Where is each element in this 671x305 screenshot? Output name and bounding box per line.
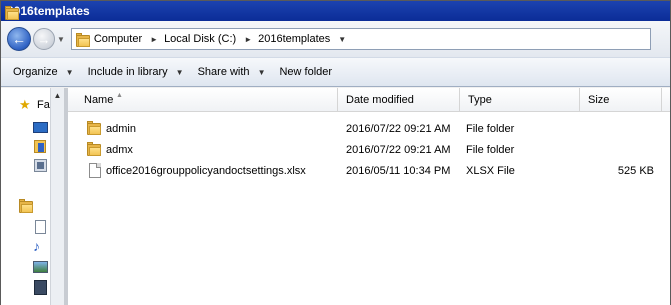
address-bar: ← → ▼ ► Computer ► Local Disk (C:) ► 201… bbox=[1, 21, 670, 57]
chevron-down-icon: ▼ bbox=[257, 67, 266, 77]
file-row[interactable]: admin 2016/07/22 09:21 AM File folder bbox=[68, 118, 670, 139]
file-date: 2016/07/22 09:21 AM bbox=[346, 143, 451, 156]
file-name: office2016grouppolicyandoctsettings.xlsx bbox=[106, 164, 306, 177]
breadcrumb-item-computer[interactable]: Computer bbox=[94, 33, 142, 45]
folder-icon bbox=[75, 33, 90, 47]
column-type-label: Type bbox=[468, 94, 492, 106]
column-size-label: Size bbox=[588, 94, 610, 106]
column-name[interactable]: ▲ Name bbox=[68, 88, 338, 112]
new-folder-label: New folder bbox=[279, 66, 333, 78]
file-type: File folder bbox=[466, 143, 515, 156]
nav-item-favorites[interactable]: ★ Fa bbox=[19, 98, 50, 112]
folder-icon bbox=[87, 142, 103, 157]
documents-icon bbox=[33, 220, 49, 234]
nav-label-favorites: Fa bbox=[37, 99, 50, 111]
desktop-icon bbox=[33, 121, 49, 135]
include-in-library-button[interactable]: Include in library ▼ bbox=[88, 66, 184, 78]
star-icon: ★ bbox=[19, 97, 31, 112]
folder-icon bbox=[87, 121, 103, 136]
nav-item-libraries[interactable]: Li bbox=[19, 199, 35, 213]
breadcrumb[interactable]: ► Computer ► Local Disk (C:) ► 2016templ… bbox=[70, 28, 651, 50]
file-name: admin bbox=[106, 122, 136, 135]
downloads-folder-icon bbox=[33, 140, 49, 154]
column-name-label: Name bbox=[84, 94, 114, 106]
nav-item-downloads[interactable] bbox=[33, 140, 49, 154]
file-date: 2016/07/22 09:21 AM bbox=[346, 122, 451, 135]
file-row[interactable]: admx 2016/07/22 09:21 AM File folder bbox=[68, 139, 670, 160]
include-in-library-label: Include in library bbox=[87, 66, 168, 78]
file-type: XLSX File bbox=[466, 164, 515, 177]
file-date: 2016/05/11 10:34 PM bbox=[346, 164, 451, 177]
videos-icon bbox=[33, 280, 49, 295]
nav-item-music[interactable]: ♪ bbox=[33, 239, 49, 253]
recent-places-icon bbox=[33, 159, 49, 173]
sort-ascending-icon: ▲ bbox=[116, 92, 123, 99]
file-type: File folder bbox=[466, 122, 515, 135]
nav-item-recent-places[interactable] bbox=[33, 159, 49, 173]
column-type[interactable]: Type bbox=[460, 88, 580, 112]
share-with-button[interactable]: Share with ▼ bbox=[198, 66, 266, 78]
arrow-left-icon: ← bbox=[12, 31, 26, 47]
chevron-down-icon: ▼ bbox=[65, 67, 74, 77]
file-size: 525 KB bbox=[617, 164, 654, 177]
navigation-scrollbar[interactable]: ▲ bbox=[50, 88, 64, 305]
column-size[interactable]: Size bbox=[580, 88, 662, 112]
back-button[interactable]: ← bbox=[7, 27, 31, 51]
navigation-pane: ★ Fa Li bbox=[1, 88, 64, 305]
nav-item-documents[interactable] bbox=[33, 220, 49, 234]
forward-button[interactable]: → bbox=[33, 28, 55, 50]
music-icon: ♪ bbox=[33, 238, 40, 254]
file-size bbox=[586, 139, 654, 160]
nav-item-videos[interactable] bbox=[33, 280, 49, 295]
column-date-modified[interactable]: Date modified bbox=[338, 88, 460, 112]
file-list: ▲ Name Date modified Type Size admin 201… bbox=[68, 88, 670, 305]
new-folder-button[interactable]: New folder bbox=[279, 66, 332, 78]
chevron-right-icon[interactable]: ► bbox=[150, 35, 158, 44]
explorer-window: 2016templates ← → ▼ ► Computer ► Local D… bbox=[0, 0, 671, 305]
nav-item-desktop[interactable] bbox=[33, 121, 49, 135]
libraries-icon bbox=[19, 199, 35, 213]
organize-label: Organize bbox=[13, 66, 58, 78]
file-icon bbox=[89, 163, 101, 178]
folder-icon bbox=[5, 5, 19, 20]
pictures-icon bbox=[33, 260, 49, 274]
nav-item-pictures[interactable] bbox=[33, 260, 49, 274]
file-name: admx bbox=[106, 143, 133, 156]
file-size bbox=[586, 118, 654, 139]
command-bar: Organize ▼ Include in library ▼ Share wi… bbox=[1, 57, 670, 87]
scroll-up-icon[interactable]: ▲ bbox=[51, 88, 64, 102]
chevron-down-icon: ▼ bbox=[175, 67, 184, 77]
column-header: ▲ Name Date modified Type Size bbox=[68, 88, 670, 112]
chevron-right-icon[interactable]: ► bbox=[244, 35, 252, 44]
arrow-right-icon: → bbox=[37, 31, 51, 47]
chevron-down-icon[interactable]: ▼ bbox=[338, 35, 346, 44]
file-row[interactable]: office2016grouppolicyandoctsettings.xlsx… bbox=[68, 160, 670, 181]
title-bar[interactable]: 2016templates bbox=[1, 1, 670, 21]
breadcrumb-item-2016templates[interactable]: 2016templates bbox=[258, 33, 330, 45]
breadcrumb-item-local-disk[interactable]: Local Disk (C:) bbox=[164, 33, 236, 45]
recent-pages-dropdown[interactable]: ▼ bbox=[57, 35, 65, 44]
organize-button[interactable]: Organize ▼ bbox=[13, 66, 74, 78]
window-title: 2016templates bbox=[7, 4, 90, 18]
share-with-label: Share with bbox=[197, 66, 250, 78]
column-date-label: Date modified bbox=[346, 94, 414, 106]
